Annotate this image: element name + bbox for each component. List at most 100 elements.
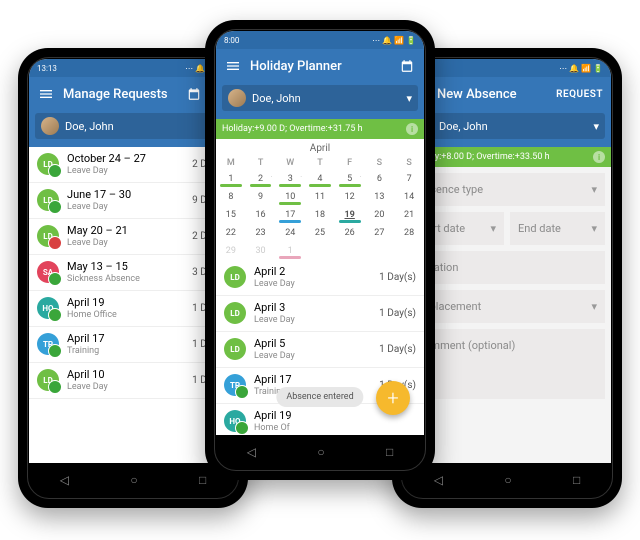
nav-back[interactable]: ◁: [247, 445, 256, 459]
calendar-day[interactable]: 14: [394, 188, 424, 206]
item-subtitle: Leave Day: [67, 202, 184, 212]
calendar-day[interactable]: 19: [335, 206, 365, 224]
status-icons: ⋯🔔📶🔋: [370, 36, 416, 45]
nav-recent[interactable]: □: [199, 473, 206, 487]
nav-back[interactable]: ◁: [60, 473, 69, 487]
item-title: April 5: [254, 338, 371, 351]
calendar-day[interactable]: 27: [365, 224, 395, 242]
menu-icon[interactable]: [224, 57, 242, 75]
calendar-day[interactable]: 13: [365, 188, 395, 206]
calendar-day[interactable]: 21: [394, 206, 424, 224]
menu-icon[interactable]: [37, 85, 55, 103]
end-date-field[interactable]: End date▾: [510, 212, 605, 245]
list-item[interactable]: LD April 5Leave Day 1 Day(s): [216, 332, 424, 368]
page-title: Holiday Planner: [250, 59, 390, 74]
nav-recent[interactable]: □: [573, 473, 580, 487]
info-text: Holiday:+9.00 D; Overtime:+31.75 h: [222, 124, 363, 134]
calendar-day[interactable]: 20: [365, 206, 395, 224]
calendar-day[interactable]: 23: [246, 224, 276, 242]
calendar-day[interactable]: 15: [216, 206, 246, 224]
android-nav: ◁ ○ □: [216, 435, 424, 469]
type-badge: LD: [224, 266, 246, 288]
item-title: May 13 – 15: [67, 261, 184, 274]
item-title: May 20 – 21: [67, 225, 184, 238]
calendar-day[interactable]: 6: [365, 170, 395, 188]
calendar-grid[interactable]: MTWTFSS12.3.45.6789101112131415161718192…: [216, 156, 424, 260]
duration-field[interactable]: Duration: [409, 251, 605, 284]
calendar-day[interactable]: 3.: [275, 170, 305, 188]
type-badge: LD: [37, 153, 59, 175]
user-name: Doe, John: [252, 92, 301, 105]
nav-home[interactable]: ○: [317, 445, 324, 459]
calendar-day[interactable]: 8: [216, 188, 246, 206]
chevron-down-icon: ▾: [593, 120, 599, 133]
type-badge: LD: [37, 189, 59, 211]
calendar-day[interactable]: 11: [305, 188, 335, 206]
toast: Absence entered: [276, 387, 363, 407]
chevron-down-icon: ▾: [406, 92, 412, 105]
type-badge: LD: [37, 225, 59, 247]
user-selector[interactable]: Doe, John ▾: [409, 113, 605, 139]
calendar-day[interactable]: 28: [394, 224, 424, 242]
calendar-day[interactable]: 25: [305, 224, 335, 242]
avatar: [41, 117, 59, 135]
calendar-day[interactable]: 2.: [246, 170, 276, 188]
item-subtitle: Training: [67, 346, 184, 356]
request-button[interactable]: REQUEST: [556, 89, 603, 100]
app-bar: Holiday Planner: [216, 49, 424, 83]
calendar-day[interactable]: 1: [275, 242, 305, 260]
list-item[interactable]: LD April 2Leave Day 1 Day(s): [216, 260, 424, 296]
item-title: April 2: [254, 266, 371, 279]
calendar-day[interactable]: [335, 242, 365, 260]
item-title: April 17: [67, 333, 184, 346]
holiday-info-strip: Holiday:+9.00 D; Overtime:+31.75 h i: [216, 119, 424, 139]
nav-home[interactable]: ○: [504, 473, 511, 487]
calendar-day[interactable]: 4: [305, 170, 335, 188]
item-duration: 1 Day(s): [379, 344, 416, 355]
list-item[interactable]: LD April 3Leave Day 1 Day(s): [216, 296, 424, 332]
user-name: Doe, John: [439, 120, 488, 133]
calendar-day[interactable]: 10: [275, 188, 305, 206]
calendar-day[interactable]: 26: [335, 224, 365, 242]
calendar-day[interactable]: 16: [246, 206, 276, 224]
comment-field[interactable]: Comment (optional): [409, 329, 605, 399]
page-title: New Absence: [437, 87, 548, 102]
item-title: April 17: [254, 374, 371, 387]
user-selector[interactable]: Doe, John ▾: [35, 113, 231, 139]
nav-back[interactable]: ◁: [434, 473, 443, 487]
calendar-icon[interactable]: [398, 57, 416, 75]
calendar-day[interactable]: [305, 242, 335, 260]
absence-type-field[interactable]: Absence type▾: [409, 173, 605, 206]
calendar-day[interactable]: 1: [216, 170, 246, 188]
nav-home[interactable]: ○: [130, 473, 137, 487]
calendar-day[interactable]: [365, 242, 395, 260]
android-nav: ◁ ○ □: [29, 463, 237, 497]
android-nav: ◁ ○ □: [403, 463, 611, 497]
type-badge: HO: [224, 410, 246, 432]
chevron-down-icon: ▾: [591, 183, 597, 196]
calendar-day[interactable]: 22: [216, 224, 246, 242]
type-badge: TP: [37, 333, 59, 355]
calendar-day[interactable]: 5.: [335, 170, 365, 188]
calendar-day[interactable]: 7: [394, 170, 424, 188]
calendar-day[interactable]: 29: [216, 242, 246, 260]
status-icons: ⋯🔔📶🔋: [557, 64, 603, 73]
replacement-field[interactable]: Replacement▾: [409, 290, 605, 323]
calendar-day[interactable]: 18: [305, 206, 335, 224]
user-selector[interactable]: Doe, John ▾: [222, 85, 418, 111]
info-icon[interactable]: i: [593, 151, 605, 163]
nav-recent[interactable]: □: [386, 445, 393, 459]
calendar-day[interactable]: [394, 242, 424, 260]
calendar-day[interactable]: 12: [335, 188, 365, 206]
item-subtitle: Leave Day: [254, 279, 371, 289]
type-badge: SA: [37, 261, 59, 283]
info-icon[interactable]: i: [406, 123, 418, 135]
calendar-icon[interactable]: [185, 85, 203, 103]
add-absence-fab[interactable]: +: [376, 381, 410, 415]
chevron-down-icon: ▾: [591, 222, 597, 235]
status-time: 8:00: [224, 36, 239, 45]
calendar-day[interactable]: 30: [246, 242, 276, 260]
calendar-day[interactable]: 9: [246, 188, 276, 206]
calendar-day[interactable]: 24: [275, 224, 305, 242]
calendar-day[interactable]: 17: [275, 206, 305, 224]
